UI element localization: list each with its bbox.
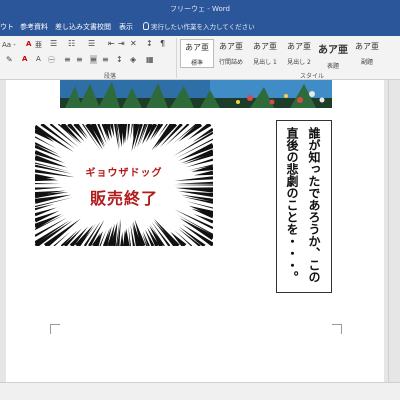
align-left-icon[interactable]: ≡ [64, 55, 71, 64]
asian-layout-icon[interactable]: ✕ [130, 39, 137, 48]
vertical-narration-text: 誰が知ったであろうか、この直後の悲劇のことを・・・。 [285, 127, 321, 283]
speed-line [117, 218, 121, 246]
phonetic-guide-icon[interactable]: 亜 [35, 40, 42, 50]
vertical-text-box[interactable]: 誰が知ったであろうか、この直後の悲劇のことを・・・。 [276, 120, 332, 293]
header-photo[interactable] [60, 80, 332, 108]
window-title: フリーウェ - Word [170, 5, 230, 13]
manga-speedlines-panel[interactable]: ギョウザドッグ 販売終了 [35, 124, 213, 246]
style-name: 見出し 1 [253, 59, 277, 66]
speed-line [120, 232, 124, 246]
style-name: 表題 [326, 63, 339, 70]
tab-review[interactable]: 校閲 [97, 22, 111, 32]
style-sample: あア亜 [219, 42, 243, 51]
speed-line [176, 181, 213, 184]
line-spacing-icon[interactable]: ↕ [116, 55, 123, 64]
document-page[interactable]: ギョウザドッグ 販売終了 誰が知ったであろうか、この直後の悲劇のことを・・・。 [6, 80, 384, 382]
vertical-scrollbar[interactable] [388, 80, 400, 382]
char-shading-icon[interactable]: A [36, 55, 41, 63]
photo-image [60, 80, 332, 108]
paragraph-group-label: 段落 [104, 73, 117, 80]
style-name: 標準 [190, 60, 203, 67]
style-sample: あア亜 [253, 42, 277, 51]
style-heading-1[interactable]: あア亜 見出し 1 [248, 39, 282, 68]
tell-me-search[interactable]: 実行したい作業を入力してください [143, 21, 255, 31]
lightbulb-icon [143, 22, 149, 30]
style-name: 副題 [360, 59, 373, 66]
increase-indent-icon[interactable]: ⇥ [118, 39, 125, 48]
style-name: 見出し 2 [287, 59, 311, 66]
sold-out-text: 販売終了 [89, 189, 158, 208]
ribbon: Aa - A 亜 ☰ ☷ ☰ ⇤ ⇥ ✕ ↕ ¶ ✎ A A ㊀ ≡ ≡ ≡ ≡… [0, 36, 400, 80]
tab-mailings[interactable]: 差し込み文書 [55, 22, 97, 32]
bullets-icon[interactable]: ☰ [50, 39, 57, 48]
decrease-indent-icon[interactable]: ⇤ [108, 39, 115, 48]
speed-line [35, 182, 61, 185]
style-sample: あア亜 [287, 42, 311, 51]
style-no-spacing[interactable]: あア亜 行間詰め [214, 39, 248, 68]
style-name: 行間詰め [218, 59, 243, 66]
tab-layout[interactable]: ウト [0, 22, 14, 32]
product-name-text: ギョウザドッグ [85, 168, 163, 179]
style-sample: あア亜 [318, 45, 348, 56]
title-bar: フリーウェ - Word [0, 0, 400, 18]
style-subtitle[interactable]: あア亜 副題 [350, 39, 384, 68]
borders-icon[interactable]: ▦ [146, 55, 154, 64]
align-right-icon[interactable]: ≡ [102, 55, 109, 64]
shading-icon[interactable]: ◈ [130, 55, 136, 64]
ribbon-tabs: ウト 参考資料 差し込み文書 校閲 表示 実行したい作業を入力してください [0, 18, 400, 36]
margin-corner-mark [332, 324, 342, 334]
tab-references[interactable]: 参考資料 [20, 22, 48, 32]
status-bar [0, 382, 400, 400]
speed-line [127, 124, 131, 142]
speed-line [131, 124, 140, 152]
font-color-icon[interactable]: A [22, 55, 27, 63]
clear-format-icon[interactable]: A [26, 40, 31, 48]
show-marks-icon[interactable]: ¶ [160, 39, 165, 48]
numbering-icon[interactable]: ☷ [68, 39, 75, 48]
highlight-icon[interactable]: ✎ [6, 55, 13, 64]
speed-line [130, 124, 133, 140]
style-heading-2[interactable]: あア亜 見出し 2 [282, 39, 316, 68]
speed-line [183, 152, 213, 165]
style-normal[interactable]: あア亜 標準 [180, 39, 214, 68]
styles-group-label: スタイル [300, 73, 325, 80]
style-sample: あア亜 [355, 42, 379, 51]
margin-corner-mark [50, 324, 60, 334]
enclose-char-icon[interactable]: ㊀ [48, 55, 55, 65]
align-center-icon[interactable]: ≡ [76, 55, 83, 64]
tell-me-text: 実行したい作業を入力してください [151, 23, 255, 31]
style-title[interactable]: あア亜 表題 [316, 39, 350, 70]
tab-view[interactable]: 表示 [119, 22, 133, 32]
sort-icon[interactable]: ↕ [146, 39, 153, 48]
style-sample: あア亜 [185, 43, 209, 52]
justify-icon[interactable]: ≡ [90, 55, 97, 64]
multilevel-list-icon[interactable]: ☰ [88, 39, 95, 48]
font-size-button[interactable]: Aa - [2, 41, 16, 49]
ribbon-divider [176, 38, 177, 78]
document-area: ギョウザドッグ 販売終了 誰が知ったであろうか、この直後の悲劇のことを・・・。 [0, 80, 400, 382]
